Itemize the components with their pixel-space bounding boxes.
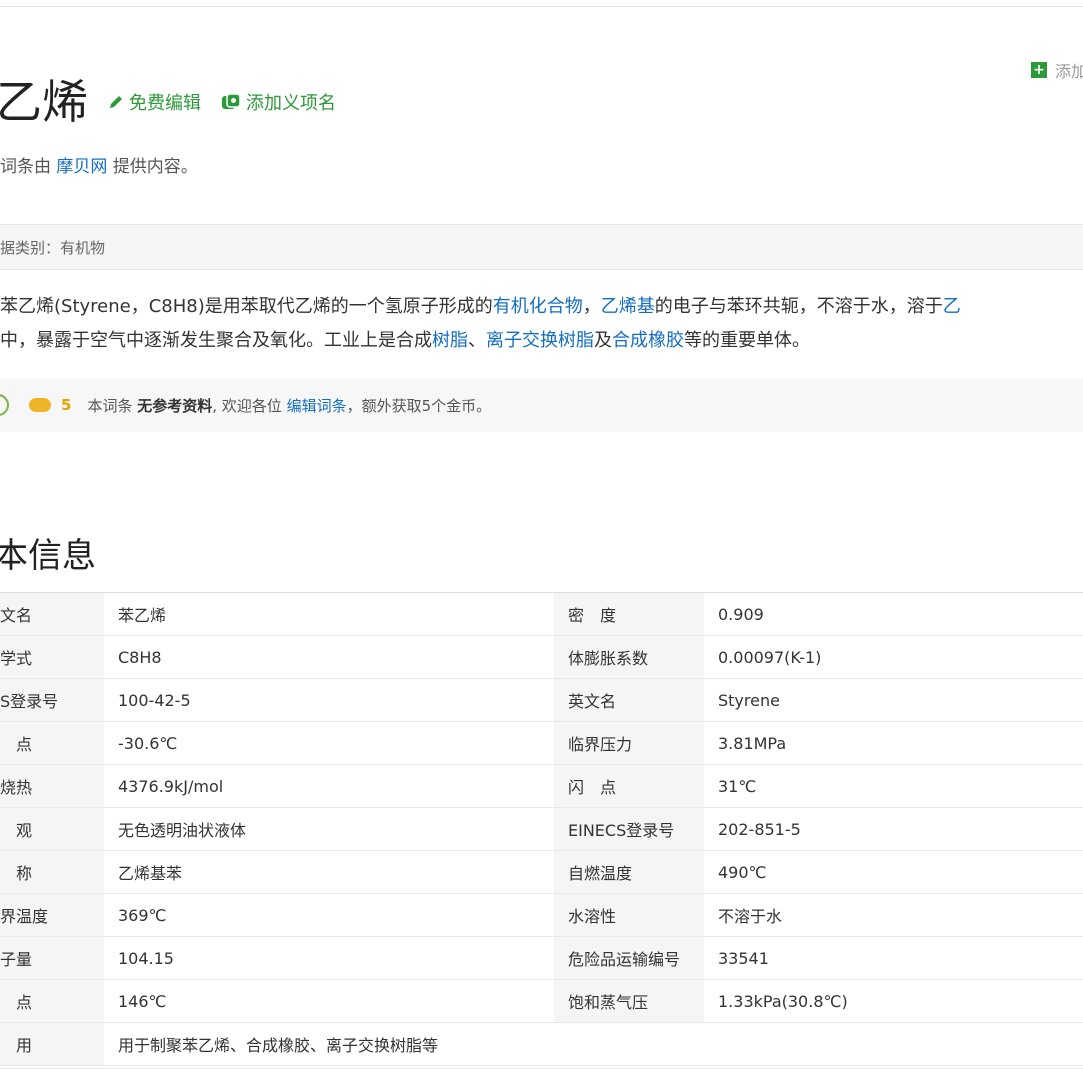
- info-value: Styrene: [704, 678, 1083, 722]
- info-label: 密 度: [554, 592, 704, 636]
- info-value: 0.909: [704, 592, 1083, 636]
- info-value: 用于制聚苯乙烯、合成橡胶、离子交换树脂等: [104, 1022, 1083, 1066]
- provider-prefix: 词条由: [0, 157, 51, 177]
- notice-text-1: 本词条: [87, 396, 133, 415]
- table-row: 点 146℃ 饱和蒸气压 1.33kPa(30.8℃): [0, 979, 1083, 1023]
- info-label: 自燃温度: [554, 850, 704, 894]
- info-value: 0.00097(K-1): [704, 635, 1083, 679]
- page-title: 乙烯: [0, 75, 88, 129]
- add-meaning-label: 添加义项名: [246, 93, 336, 114]
- pencil-icon: [108, 94, 124, 110]
- info-label: 饱和蒸气压: [554, 979, 704, 1023]
- info-value: 202-851-5: [704, 807, 1083, 851]
- info-value: 4376.9kJ/mol: [104, 764, 554, 808]
- info-value: 1.33kPa(30.8℃): [704, 979, 1083, 1023]
- table-row: 烧热 4376.9kJ/mol 闪 点 31℃: [0, 764, 1083, 808]
- info-value: 146℃: [104, 979, 554, 1023]
- plus-square-icon: +: [1030, 62, 1047, 78]
- notice-text-3: ，额外获取5个金币。: [346, 396, 492, 415]
- top-divider: [0, 6, 1083, 7]
- summary-link[interactable]: 乙烯基: [601, 296, 655, 317]
- info-value: 3.81MPa: [704, 721, 1083, 765]
- table-row: 称乙烯基苯 自燃温度 490℃: [0, 850, 1083, 894]
- info-value: -30.6℃: [104, 721, 554, 765]
- summary-link[interactable]: 离子交换树脂: [486, 330, 594, 351]
- notice-bar: 5 本词条 无参考资料, 欢迎各位 编辑词条 ，额外获取5个金币。: [0, 378, 1083, 432]
- info-label: S登录号: [0, 678, 104, 722]
- info-value: 31℃: [704, 764, 1083, 808]
- info-label: 称: [0, 850, 104, 894]
- info-value: 不溶于水: [704, 893, 1083, 937]
- info-label: 用: [0, 1022, 104, 1066]
- free-edit-button[interactable]: 免费编辑: [108, 89, 201, 115]
- summary-link[interactable]: 乙: [943, 296, 961, 317]
- provider-link[interactable]: 摩贝网: [56, 157, 107, 177]
- free-edit-label: 免费编辑: [129, 93, 201, 114]
- info-label: 闪 点: [554, 764, 704, 808]
- section-title: 本信息: [0, 536, 96, 576]
- info-label: 英文名: [554, 678, 704, 722]
- provider-line: 词条由 摩贝网 提供内容。: [0, 152, 198, 177]
- info-value: 苯乙烯: [104, 592, 554, 636]
- add-top-button[interactable]: + 添加: [1030, 58, 1083, 82]
- table-row: S登录号 100-42-5 英文名 Styrene: [0, 678, 1083, 722]
- category-label: 据类别：有机物: [0, 239, 106, 257]
- badge-icon: [0, 394, 9, 416]
- summary-text: 中，暴露于空气中逐渐发生聚合及氧化。工业上是合成: [0, 330, 432, 351]
- summary-line-1: 苯乙烯(Styrene，C8H8)是用苯取代乙烯的一个氢原子形成的有机化合物，乙…: [0, 290, 1083, 324]
- table-row: 学式 C8H8 体膨胀系数 0.00097(K-1): [0, 635, 1083, 679]
- summary: 苯乙烯(Styrene，C8H8)是用苯取代乙烯的一个氢原子形成的有机化合物，乙…: [0, 290, 1083, 358]
- info-label: 点: [0, 721, 104, 765]
- summary-text: ，: [582, 296, 601, 317]
- title-row: 乙烯 免费编辑 添加义项名: [0, 72, 336, 132]
- info-label: EINECS登录号: [554, 807, 704, 851]
- info-label: 点: [0, 979, 104, 1023]
- summary-text: 、: [468, 330, 486, 351]
- table-row: 界温度 369℃ 水溶性 不溶于水: [0, 893, 1083, 937]
- info-label: 观: [0, 807, 104, 851]
- coin-icon: [29, 398, 51, 412]
- info-value: 33541: [704, 936, 1083, 980]
- tag-icon: [221, 93, 241, 111]
- info-label: 体膨胀系数: [554, 635, 704, 679]
- bottom-divider: [0, 1068, 1083, 1069]
- summary-text: 等的重要单体。: [684, 330, 810, 351]
- table-row: 子量 104.15 危险品运输编号 33541: [0, 936, 1083, 980]
- info-label: 子量: [0, 936, 104, 980]
- info-value: 100-42-5: [104, 678, 554, 722]
- info-label: 临界压力: [554, 721, 704, 765]
- category-bar: 据类别：有机物: [0, 224, 1083, 270]
- info-label: 文名: [0, 592, 104, 636]
- info-label: 烧热: [0, 764, 104, 808]
- summary-text: 及: [594, 330, 612, 351]
- add-meaning-button[interactable]: 添加义项名: [221, 89, 336, 115]
- info-value: 104.15: [104, 936, 554, 980]
- coin-count: 5: [61, 396, 72, 414]
- add-top-label: 添加: [1054, 62, 1083, 81]
- summary-text: 的电子与苯环共轭，不溶于水，溶于: [654, 296, 943, 317]
- info-value: 无色透明油状液体: [104, 807, 554, 851]
- info-label: 界温度: [0, 893, 104, 937]
- summary-text: 苯乙烯(Styrene，C8H8)是用苯取代乙烯的一个氢原子形成的: [0, 296, 493, 317]
- table-row: 点 -30.6℃ 临界压力 3.81MPa: [0, 721, 1083, 765]
- table-row: 用用于制聚苯乙烯、合成橡胶、离子交换树脂等: [0, 1022, 1083, 1066]
- info-label: 水溶性: [554, 893, 704, 937]
- info-value: 490℃: [704, 850, 1083, 894]
- summary-link[interactable]: 有机化合物: [493, 296, 583, 317]
- table-row: 观无色透明油状液体 EINECS登录号 202-851-5: [0, 807, 1083, 851]
- summary-link[interactable]: 树脂: [432, 330, 468, 351]
- table-row: 文名 苯乙烯密 度 0.909: [0, 592, 1083, 636]
- summary-line-2: 中，暴露于空气中逐渐发生聚合及氧化。工业上是合成树脂、离子交换树脂及合成橡胶等的…: [0, 324, 1083, 358]
- notice-text-2: , 欢迎各位: [212, 396, 282, 415]
- info-value: 乙烯基苯: [104, 850, 554, 894]
- edit-entry-link[interactable]: 编辑词条: [287, 395, 347, 416]
- info-label: 学式: [0, 635, 104, 679]
- notice-bold: 无参考资料: [137, 396, 213, 415]
- info-table: 文名 苯乙烯密 度 0.909 学式 C8H8 体膨胀系数 0.00097(K-1) S登录号…: [0, 592, 1083, 1066]
- info-label: 危险品运输编号: [554, 936, 704, 980]
- info-value: 369℃: [104, 893, 554, 937]
- provider-suffix: 提供内容。: [112, 157, 198, 177]
- info-value: C8H8: [104, 635, 554, 679]
- summary-link[interactable]: 合成橡胶: [612, 330, 684, 351]
